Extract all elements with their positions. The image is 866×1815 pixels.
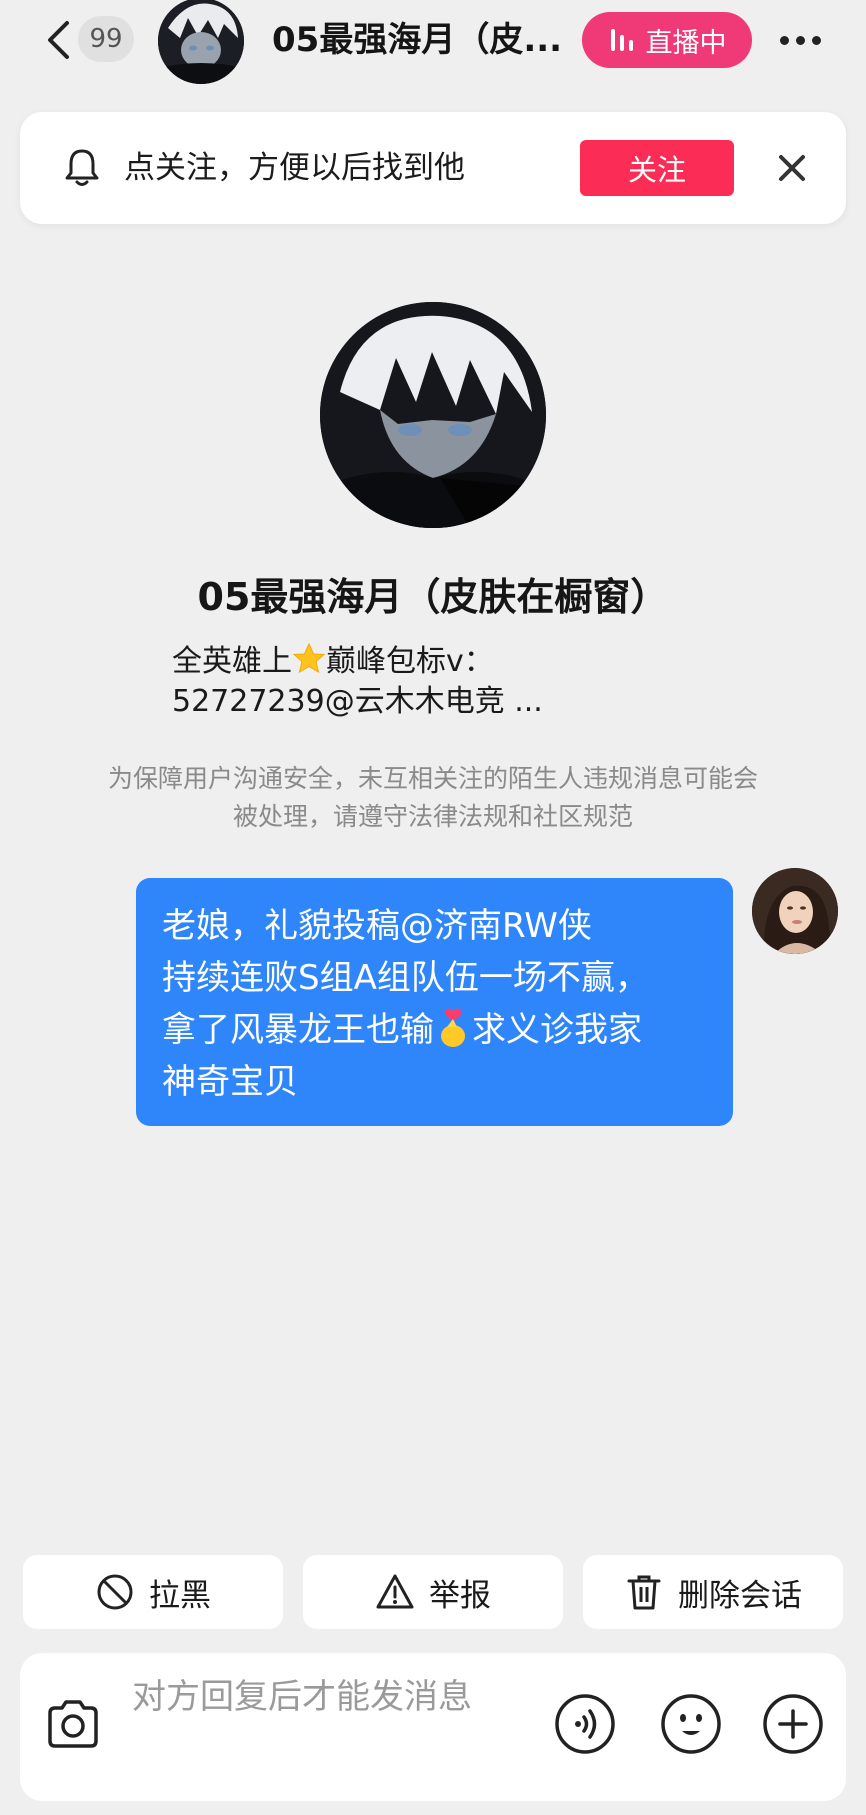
block-icon (97, 1574, 133, 1610)
camera-icon[interactable] (42, 1693, 104, 1755)
back-arrow-icon (48, 21, 69, 59)
warning-icon (376, 1574, 414, 1609)
message-line-1: 老娘，礼貌投稿@济南RW侠 (162, 906, 592, 946)
more-options-button[interactable] (772, 20, 828, 60)
top-bar: 99 05最强海月（皮... 直播中 (0, 0, 866, 92)
star-icon (292, 642, 326, 674)
message-line-3: 拿了风暴龙王也输 求义诊我家 (162, 1004, 707, 1056)
unread-count-badge[interactable]: 99 (78, 16, 134, 62)
report-button[interactable]: 举报 (303, 1555, 563, 1629)
safety-notice: 为保障用户沟通安全，未互相关注的陌生人违规消息可能会被处理，请遵守法律法规和社区… (107, 764, 758, 831)
trash-icon (627, 1575, 661, 1610)
live-bars-icon (610, 29, 633, 51)
profile-avatar[interactable] (320, 302, 546, 528)
bio-line-1-prefix: 全英雄上 (172, 644, 292, 679)
profile-bio: 全英雄上 巅峰包标v： 52727239@云木木电竞 ... (172, 642, 732, 722)
message-line-3-prefix: 拿了风暴龙王也输 (162, 1010, 434, 1050)
bio-line-2: 52727239@云木木电竞 ... (172, 684, 543, 719)
message-line-2: 持续连败S组A组队伍一场不赢， (162, 958, 649, 998)
message-bubble[interactable]: 老娘，礼貌投稿@济南RW侠 持续连败S组A组队伍一场不赢， 拿了风暴龙王也输 求义… (136, 878, 733, 1126)
delete-conversation-label: 删除会话 (678, 1577, 802, 1614)
profile-name: 05最强海月（皮肤在橱窗） (197, 575, 669, 619)
plus-icon[interactable] (762, 1693, 824, 1755)
block-button[interactable]: 拉黑 (23, 1555, 283, 1629)
report-label: 举报 (429, 1577, 491, 1614)
message-input[interactable]: 对方回复后才能发消息 (132, 1673, 532, 1721)
close-icon[interactable] (772, 148, 812, 188)
voice-icon[interactable] (554, 1693, 616, 1755)
sender-avatar[interactable] (752, 868, 838, 954)
chat-partner-avatar[interactable] (158, 0, 244, 84)
follow-button[interactable]: 关注 (580, 140, 734, 196)
live-status-button[interactable]: 直播中 (582, 12, 752, 68)
finger-heart-icon (441, 1008, 465, 1047)
back-button[interactable] (40, 18, 76, 62)
message-line-4: 神奇宝贝 (162, 1062, 298, 1102)
emoji-icon[interactable] (660, 1693, 722, 1755)
block-label: 拉黑 (149, 1577, 211, 1614)
bio-line-1-suffix: 巅峰包标v： (326, 644, 494, 679)
follow-prompt-banner: 点关注，方便以后找到他 关注 (20, 112, 846, 224)
message-line-3-suffix: 求义诊我家 (472, 1010, 642, 1050)
chat-title[interactable]: 05最强海月（皮... (272, 14, 562, 66)
live-label: 直播中 (645, 27, 727, 59)
follow-prompt-text: 点关注，方便以后找到他 (124, 150, 465, 186)
delete-conversation-button[interactable]: 删除会话 (583, 1555, 843, 1629)
bell-icon (65, 149, 99, 186)
message-input-bar: 对方回复后才能发消息 (20, 1653, 846, 1801)
more-icon (779, 35, 821, 45)
conversation-actions: 拉黑 举报 删除会话 (0, 1555, 866, 1631)
